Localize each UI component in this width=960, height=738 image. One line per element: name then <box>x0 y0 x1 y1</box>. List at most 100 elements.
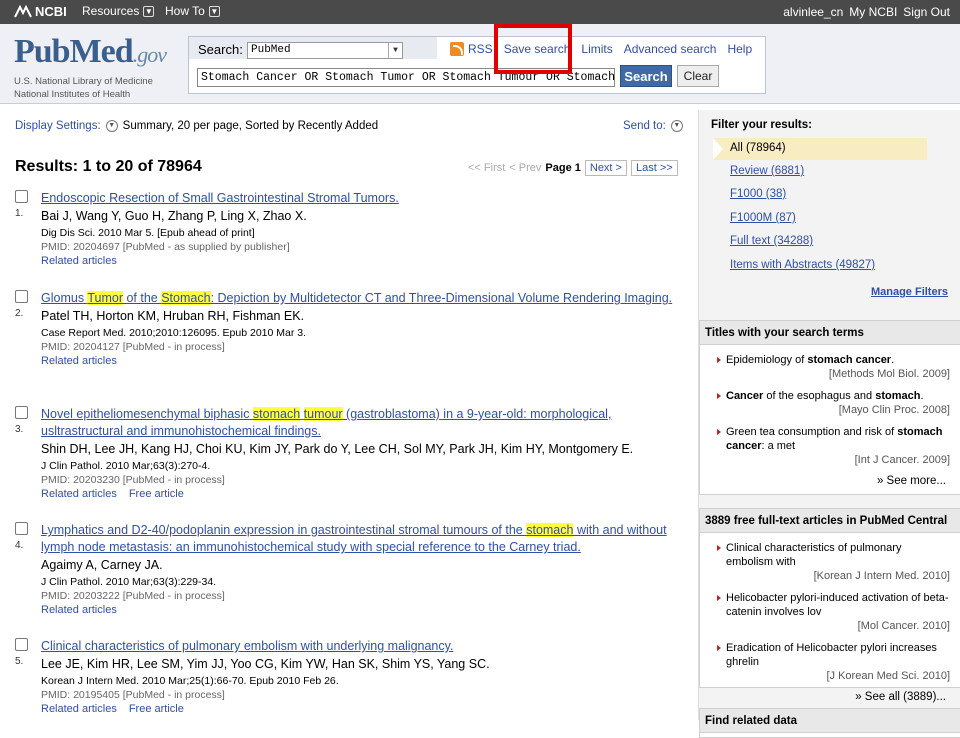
result-checkbox[interactable] <box>15 522 28 535</box>
chevron-down-icon: ▼ <box>388 43 402 58</box>
related-articles-link[interactable]: Related articles <box>41 487 117 502</box>
result-title-link[interactable]: Novel epitheliomesenchymal biphasic stom… <box>41 406 681 440</box>
panel-item-source: [Mol Cancer. 2010] <box>857 620 950 632</box>
result-checkbox[interactable] <box>15 190 28 203</box>
result-title-link[interactable]: Clinical characteristics of pulmonary em… <box>41 638 681 655</box>
clear-button[interactable]: Clear <box>677 65 719 87</box>
panel-item[interactable]: Green tea consumption and risk of stomac… <box>700 425 960 467</box>
resources-menu[interactable]: Resources ▼ <box>82 4 155 18</box>
result-authors: Agaimy A, Carney JA. <box>41 558 163 572</box>
how-to-menu[interactable]: How To ▼ <box>165 4 220 18</box>
pmc-panel-header: 3889 free full-text articles in PubMed C… <box>700 509 960 533</box>
titles-panel-items: Epidemiology of stomach cancer. [Methods … <box>700 353 960 467</box>
free-article-link[interactable]: Free article <box>129 702 184 717</box>
pmc-panel-items: Clinical characteristics of pulmonary em… <box>700 541 960 683</box>
sidebar: Filter your results: All (78964) Review … <box>698 110 960 738</box>
panel-item-title[interactable]: Green tea consumption and risk of stomac… <box>726 425 950 453</box>
send-to-link[interactable]: Send to: <box>623 120 666 132</box>
title-segment: Endoscopic Resection of Small Gastrointe… <box>41 191 399 205</box>
logo-gov: .gov <box>132 42 167 67</box>
database-select[interactable]: PubMed ▼ <box>247 42 403 59</box>
related-articles-link[interactable]: Related articles <box>41 254 117 269</box>
find-related-panel: Find related data <box>699 708 960 738</box>
panel-item-title[interactable]: Epidemiology of stomach cancer. <box>726 353 950 367</box>
save-search-link[interactable]: Save search <box>504 42 571 56</box>
result-pmid: PMID: 20203230 [PubMed - in process] <box>41 474 225 486</box>
result-title-link[interactable]: Lymphatics and D2-40/podoplanin expressi… <box>41 522 681 556</box>
panel-item-title[interactable]: Eradication of Helicobacter pylori incre… <box>726 641 950 669</box>
how-to-label: How To <box>165 4 205 18</box>
help-link[interactable]: Help <box>727 42 752 56</box>
chevron-down-icon: ▼ <box>143 5 155 17</box>
free-article-link[interactable]: Free article <box>129 487 184 502</box>
panel-item-source: [Mayo Clin Proc. 2008] <box>838 404 950 416</box>
display-settings-link[interactable]: Display Settings: <box>15 120 101 132</box>
results-title: Results: 1 to 20 of 78964 <box>15 158 202 175</box>
panel-item[interactable]: Epidemiology of stomach cancer. [Methods … <box>700 353 960 381</box>
pager-next[interactable]: Next > <box>584 160 627 176</box>
related-articles-link[interactable]: Related articles <box>41 354 117 369</box>
pubmed-header: PubMed.gov U.S. National Library of Medi… <box>0 24 960 104</box>
result-body: Endoscopic Resection of Small Gastrointe… <box>41 190 681 269</box>
ncbi-top-bar: NCBI Resources ▼ How To ▼ alvinlee_cn My… <box>0 0 960 24</box>
pager-last[interactable]: Last >> <box>630 160 678 176</box>
title-segment: Novel epitheliomesenchymal biphasic <box>41 407 253 421</box>
related-articles-link[interactable]: Related articles <box>41 603 117 618</box>
result-checkbox[interactable] <box>15 290 28 303</box>
result-title-link[interactable]: Endoscopic Resection of Small Gastrointe… <box>41 190 681 207</box>
search-input[interactable]: Stomach Cancer OR Stomach Tumor OR Stoma… <box>197 68 615 87</box>
result-citation: Dig Dis Sci. 2010 Mar 5. [Epub ahead of … <box>41 227 255 239</box>
chevron-down-icon[interactable]: ▼ <box>670 120 683 132</box>
result-links: Related articles <box>41 603 681 618</box>
result-checkbox[interactable] <box>15 406 28 419</box>
result-body: Novel epitheliomesenchymal biphasic stom… <box>41 406 681 502</box>
panel-item[interactable]: Clinical characteristics of pulmonary em… <box>700 541 960 583</box>
result-authors: Lee JE, Kim HR, Lee SM, Yim JJ, Yoo CG, … <box>41 657 490 671</box>
filter-f1000m[interactable]: F1000M (87) <box>730 212 796 224</box>
result-body: Lymphatics and D2-40/podoplanin expressi… <box>41 522 681 618</box>
panel-item-source: [Methods Mol Biol. 2009] <box>828 368 950 380</box>
result-checkbox[interactable] <box>15 638 28 651</box>
panel-item-source: [J Korean Med Sci. 2010] <box>826 670 950 682</box>
result-body: Clinical characteristics of pulmonary em… <box>41 638 681 717</box>
result-title-link[interactable]: Glomus Tumor of the Stomach: Depiction b… <box>41 290 681 307</box>
manage-filters-link[interactable]: Manage Filters <box>871 286 948 298</box>
user-links: alvinlee_cn My NCBI Sign Out <box>783 5 950 19</box>
filter-review[interactable]: Review (6881) <box>730 165 804 177</box>
display-summary: Summary, 20 per page, Sorted by Recently… <box>122 120 379 132</box>
send-to[interactable]: Send to: ▼ <box>623 120 683 132</box>
panel-item-text: Epidemiology of <box>726 354 808 366</box>
filter-full-text[interactable]: Full text (34288) <box>730 235 813 247</box>
advanced-search-link[interactable]: Advanced search <box>624 42 717 56</box>
see-more-link[interactable]: » See more... <box>700 475 960 487</box>
username-link[interactable]: alvinlee_cn <box>783 5 843 19</box>
result-authors: Shin DH, Lee JH, Kang HJ, Choi KU, Kim J… <box>41 442 634 456</box>
sign-out-link[interactable]: Sign Out <box>903 5 950 19</box>
ncbi-brand-label: NCBI <box>35 4 67 19</box>
panel-item[interactable]: Eradication of Helicobacter pylori incre… <box>700 641 960 683</box>
search-button[interactable]: Search <box>620 65 672 87</box>
titles-panel: Titles with your search terms Epidemiolo… <box>699 320 960 495</box>
result-links: Related articles Free article <box>41 487 681 502</box>
result-links: Related articles Free article <box>41 702 681 717</box>
title-segment: Clinical characteristics of pulmonary em… <box>41 639 454 653</box>
rss-link[interactable]: RSS <box>468 42 493 56</box>
related-articles-link[interactable]: Related articles <box>41 702 117 717</box>
filter-abstracts[interactable]: Items with Abstracts (49827) <box>730 259 875 271</box>
chevron-down-icon[interactable]: ▼ <box>105 120 118 132</box>
panel-item-title[interactable]: Cancer of the esophagus and stomach. <box>726 389 950 403</box>
pmc-panel: 3889 free full-text articles in PubMed C… <box>699 508 960 703</box>
panel-item-title[interactable]: Clinical characteristics of pulmonary em… <box>726 541 950 569</box>
see-all-link[interactable]: » See all (3889)... <box>700 691 960 703</box>
filter-all[interactable]: All (78964) <box>713 138 927 160</box>
ncbi-logo[interactable]: NCBI <box>14 4 67 19</box>
logo-subtitle-1: U.S. National Library of Medicine <box>14 76 153 87</box>
my-ncbi-link[interactable]: My NCBI <box>849 5 897 19</box>
panel-item[interactable]: Helicobacter pylori-induced activation o… <box>700 591 960 633</box>
rss-link-wrap[interactable]: RSS <box>450 42 493 56</box>
limits-link[interactable]: Limits <box>581 42 612 56</box>
filter-f1000[interactable]: F1000 (38) <box>730 188 786 200</box>
panel-item[interactable]: Cancer of the esophagus and stomach. [May… <box>700 389 960 417</box>
pubmed-logo[interactable]: PubMed.gov U.S. National Library of Medi… <box>14 34 167 101</box>
panel-item-title[interactable]: Helicobacter pylori-induced activation o… <box>726 591 950 619</box>
